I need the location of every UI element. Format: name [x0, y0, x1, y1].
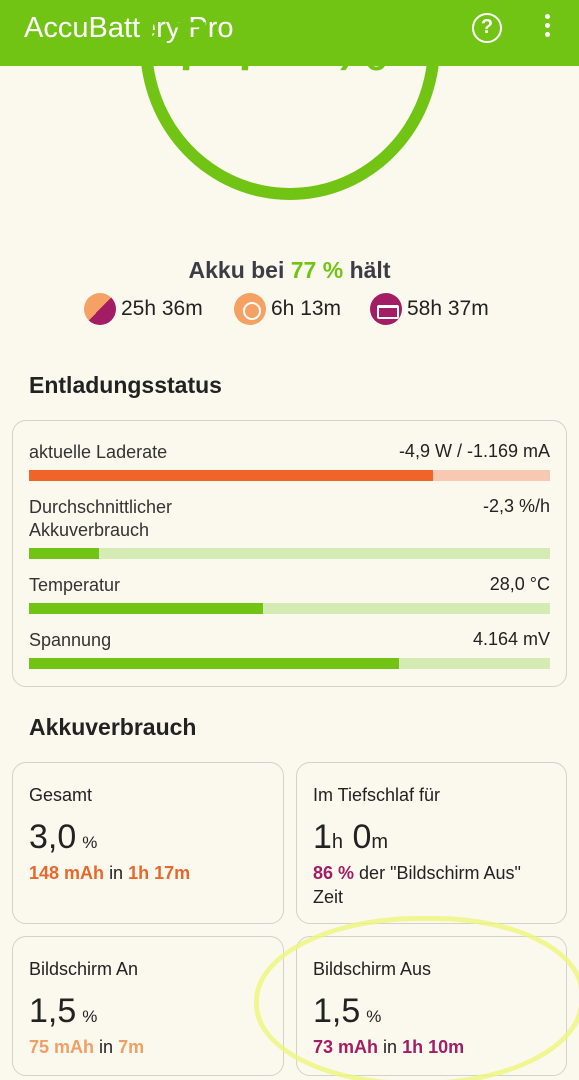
screen-on-time: 7m: [118, 1037, 145, 1057]
usage-tile-total[interactable]: Gesamt 3,0% 148 mAh in 1h 17m: [12, 762, 284, 924]
time-estimates: 25h 36m 6h 13m 58h 37m: [0, 293, 579, 327]
temperature-bar-fill: [29, 603, 264, 614]
estimate-screen-on-value: 6h 13m: [271, 297, 342, 320]
temperature-label: Temperatur: [29, 575, 121, 595]
total-percent-value: 3,0: [29, 818, 77, 856]
average-label: Durchschnittlicher Akkuverbrauch: [29, 497, 173, 540]
mixed-usage-icon: [84, 293, 116, 325]
deep-sleep-percent: 86 %: [313, 863, 355, 883]
holds-suffix: hält: [349, 257, 391, 283]
screen-on-detail: 75 mAh in 7m: [29, 1035, 144, 1059]
estimate-mixed: 25h 36m: [84, 293, 203, 325]
estimate-sleep: 58h 37m: [370, 293, 489, 325]
total-title: Gesamt: [29, 785, 93, 805]
voltage-bar: [29, 658, 550, 669]
total-detail: 148 mAh in 1h 17m: [29, 861, 190, 885]
holds-prefix: Akku bei: [188, 257, 285, 283]
total-time: 1h 17m: [128, 863, 191, 883]
screen-on-percent-value: 1,5: [29, 992, 77, 1030]
estimate-sleep-value: 58h 37m: [407, 297, 489, 320]
estimate-screen-on: 6h 13m: [234, 293, 341, 325]
screen-on-in: in: [99, 1037, 114, 1057]
deep-sleep-h-unit: h: [331, 831, 344, 853]
deep-sleep-hours: 1: [313, 818, 332, 856]
discharge-row-temperature: Temperatur 28,0 °C: [29, 574, 550, 618]
rate-bar-fill: [29, 470, 433, 481]
voltage-value: 4.164 mV: [472, 629, 550, 649]
deep-sleep-title: Im Tiefschlaf für: [313, 785, 441, 805]
battery-holds-line: Akku bei 77 % hält: [0, 257, 579, 284]
sun-icon: [234, 293, 266, 325]
deep-sleep-rest: der "Bildschirm Aus": [359, 863, 521, 883]
average-value: -2,3 %/h: [482, 496, 550, 516]
total-mah: 148 mAh: [29, 863, 105, 883]
total-percent: 3,0%: [29, 818, 97, 857]
holds-percent: 77 %: [290, 257, 344, 283]
discharge-row-voltage: Spannung 4.164 mV: [29, 629, 550, 673]
rate-value: -4,9 W / -1.169 mA: [398, 441, 550, 461]
highlight-circle-annotation: [254, 916, 579, 1080]
more-vert-icon[interactable]: [538, 14, 556, 42]
sleep-bed-icon: [370, 293, 402, 325]
battery-ring-gauge: 77 %: [140, 0, 440, 200]
estimate-mixed-value: 25h 36m: [121, 297, 203, 320]
screen-on-percent: 1,5%: [29, 992, 97, 1031]
help-circle-icon[interactable]: ?: [472, 13, 502, 43]
deep-sleep-duration: 1h 0m: [313, 818, 388, 857]
average-bar-fill: [29, 548, 100, 559]
voltage-bar-fill: [29, 658, 399, 669]
deep-sleep-m-unit: m: [371, 831, 389, 853]
discharge-row-average: Durchschnittlicher Akkuverbrauch -2,3 %/…: [29, 496, 550, 562]
temperature-bar: [29, 603, 550, 614]
total-percent-unit: %: [82, 833, 98, 852]
average-bar: [29, 548, 550, 559]
discharge-title: Entladungsstatus: [29, 372, 222, 398]
discharge-row-rate: aktuelle Laderate -4,9 W / -1.169 mA: [29, 441, 550, 485]
ring-percentage: 77 %: [170, 7, 410, 85]
screen-on-title: Bildschirm An: [29, 959, 139, 979]
rate-bar: [29, 470, 550, 481]
total-in: in: [109, 863, 124, 883]
usage-tile-deep-sleep[interactable]: Im Tiefschlaf für 1h 0m 86 % der "Bildsc…: [296, 762, 567, 924]
temperature-value: 28,0 °C: [489, 574, 550, 594]
screen-on-mah: 75 mAh: [29, 1037, 95, 1057]
deep-sleep-detail: 86 % der "Bildschirm Aus" Zeit: [313, 861, 521, 909]
deep-sleep-rest2: Zeit: [313, 887, 344, 907]
discharge-card[interactable]: aktuelle Laderate -4,9 W / -1.169 mA Dur…: [12, 420, 567, 687]
usage-tile-screen-on[interactable]: Bildschirm An 1,5% 75 mAh in 7m: [12, 936, 284, 1076]
voltage-label: Spannung: [29, 630, 112, 650]
deep-sleep-minutes: 0: [352, 818, 372, 856]
usage-title: Akkuverbrauch: [29, 714, 197, 740]
rate-label: aktuelle Laderate: [29, 442, 168, 462]
screen-on-percent-unit: %: [82, 1007, 98, 1026]
